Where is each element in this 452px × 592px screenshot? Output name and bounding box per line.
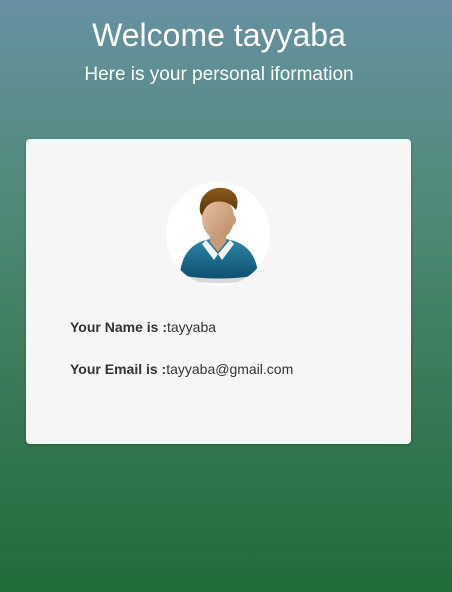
user-avatar-icon — [166, 182, 270, 286]
name-value: tayyaba — [167, 319, 217, 335]
welcome-title: Welcome tayyaba — [92, 17, 346, 53]
email-row: Your Email is :tayyaba@gmail.com — [70, 361, 293, 377]
email-label: Your Email is : — [70, 361, 167, 377]
email-value: tayyaba@gmail.com — [166, 361, 294, 377]
name-row: Your Name is :tayyaba — [70, 319, 216, 335]
page-subtitle: Here is your personal iformation — [84, 64, 354, 85]
profile-card: Your Name is :tayyaba Your Email is :tay… — [26, 139, 411, 444]
name-label: Your Name is : — [70, 319, 167, 335]
